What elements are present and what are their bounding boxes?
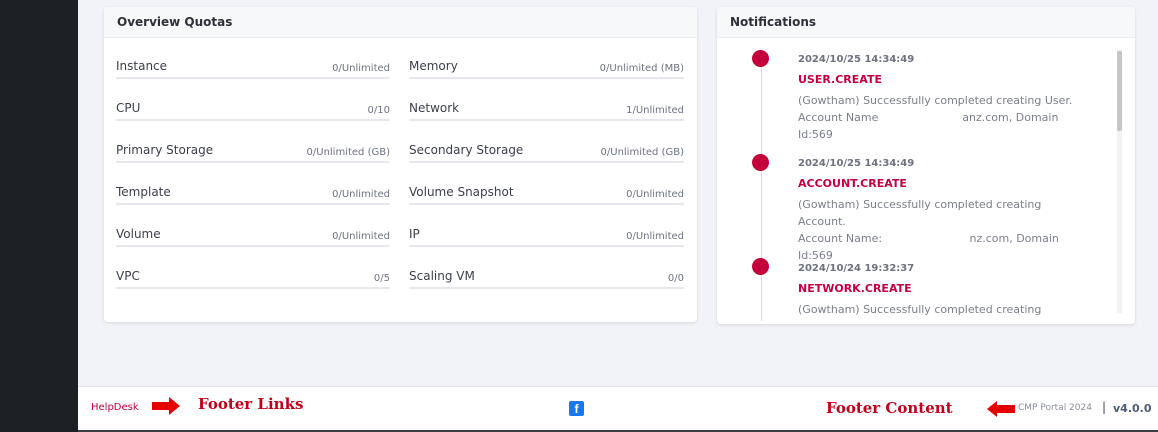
- notification-desc-line: Id:569: [798, 249, 833, 262]
- quota-progress-bar: [116, 287, 390, 289]
- quota-vpc: VPC 0/5: [116, 257, 390, 299]
- quota-label: Secondary Storage: [409, 143, 524, 157]
- notifications-title: Notifications: [717, 7, 1135, 38]
- quota-value: 1/Unlimited: [626, 105, 684, 116]
- quota-label: VPC: [116, 269, 140, 283]
- quota-value: 0/Unlimited (GB): [600, 147, 684, 158]
- footer: HelpDesk Footer Links f Footer Content C…: [78, 386, 1158, 431]
- quota-value: 0/0: [667, 273, 684, 284]
- quota-label: CPU: [116, 101, 141, 115]
- quota-label: Volume Snapshot: [409, 185, 514, 199]
- quota-secondary-storage: Secondary Storage 0/Unlimited (GB): [409, 131, 684, 173]
- copyright-text: CMP Portal 2024: [1018, 403, 1092, 413]
- quota-label: Primary Storage: [116, 143, 214, 157]
- timeline-line: [761, 61, 762, 321]
- quota-value: 0/Unlimited: [332, 63, 390, 74]
- quota-value: 0/Unlimited: [626, 189, 684, 200]
- facebook-icon[interactable]: f: [569, 401, 584, 416]
- quota-volume-snapshot: Volume Snapshot 0/Unlimited: [409, 173, 684, 215]
- quota-progress-bar: [409, 161, 684, 163]
- quota-instance: Instance 0/Unlimited: [116, 47, 390, 89]
- quota-memory: Memory 0/Unlimited (MB): [409, 47, 684, 89]
- quota-label: Scaling VM: [409, 269, 475, 283]
- quota-progress-bar: [116, 161, 390, 163]
- arrow-left-icon: [987, 401, 1015, 417]
- quota-primary-storage: Primary Storage 0/Unlimited (GB): [116, 131, 390, 173]
- timeline-dot-icon: [752, 154, 769, 171]
- overview-quotas-card: Overview Quotas Instance 0/Unlimited Mem…: [104, 7, 697, 322]
- quota-template: Template 0/Unlimited: [116, 173, 390, 215]
- arrow-right-icon: [152, 397, 180, 415]
- notification-desc-line: (Gowtham) Successfully completed creatin…: [798, 303, 1042, 321]
- footer-separator: |: [1102, 400, 1107, 414]
- quota-value: 0/10: [367, 105, 390, 116]
- notification-time: 2024/10/25 14:34:49: [798, 158, 915, 169]
- sidebar: [0, 0, 78, 432]
- notification-description: (Gowtham) Successfully completed creatin…: [798, 92, 1088, 143]
- notification-desc-line: Id:569: [798, 128, 833, 141]
- notification-time: 2024/10/24 19:32:37: [798, 263, 915, 274]
- quota-progress-bar: [116, 119, 390, 121]
- quota-progress-bar: [116, 203, 390, 205]
- quota-progress-bar: [409, 203, 684, 205]
- quota-scaling-vm: Scaling VM 0/0: [409, 257, 684, 299]
- quota-label: Volume: [116, 227, 161, 241]
- quota-ip: IP 0/Unlimited: [409, 215, 684, 257]
- scrollbar-thumb[interactable]: [1117, 51, 1122, 131]
- quota-progress-bar: [409, 77, 684, 79]
- quota-label: Template: [116, 185, 171, 199]
- notification-desc-line: Account Name: nz.com, Domain: [798, 232, 1059, 245]
- notification-description: (Gowtham) Successfully completed creatin…: [798, 196, 1088, 264]
- notification-event: ACCOUNT.CREATE: [798, 177, 907, 190]
- notification-event: USER.CREATE: [798, 73, 882, 86]
- quota-label: Memory: [409, 59, 458, 73]
- notifications-card: Notifications 2024/10/25 14:34:49 USER.C…: [717, 7, 1135, 324]
- notification-desc-line: Account Name anz.com, Domain: [798, 111, 1059, 124]
- quota-network: Network 1/Unlimited: [409, 89, 684, 131]
- quota-value: 0/Unlimited: [332, 189, 390, 200]
- quota-progress-bar: [409, 119, 684, 121]
- helpdesk-link[interactable]: HelpDesk: [91, 402, 139, 413]
- timeline-dot-icon: [752, 258, 769, 275]
- notification-time: 2024/10/25 14:34:49: [798, 54, 915, 65]
- notifications-list[interactable]: 2024/10/25 14:34:49 USER.CREATE (Gowtham…: [717, 39, 1135, 321]
- quota-value: 0/Unlimited (GB): [306, 147, 390, 158]
- quota-label: Instance: [116, 59, 168, 73]
- footer-content-annotation: Footer Content: [826, 399, 953, 417]
- quota-label: Network: [409, 101, 460, 115]
- quota-progress-bar: [116, 245, 390, 247]
- quota-value: 0/Unlimited (MB): [599, 63, 684, 74]
- quota-value: 0/Unlimited: [332, 231, 390, 242]
- notification-desc-line: (Gowtham) Successfully completed creatin…: [798, 198, 1042, 228]
- notification-desc-line: (Gowtham) Successfully completed creatin…: [798, 94, 1073, 107]
- quota-cpu: CPU 0/10: [116, 89, 390, 131]
- quota-value: 0/5: [373, 273, 390, 284]
- quota-label: IP: [409, 227, 420, 241]
- quota-progress-bar: [409, 245, 684, 247]
- notification-event: NETWORK.CREATE: [798, 282, 912, 295]
- quota-progress-bar: [116, 77, 390, 79]
- quota-grid: Instance 0/Unlimited Memory 0/Unlimited …: [116, 47, 686, 299]
- quota-progress-bar: [409, 287, 684, 289]
- version-text: v4.0.0: [1113, 402, 1152, 415]
- notification-description: (Gowtham) Successfully completed creatin…: [798, 301, 1088, 321]
- overview-quotas-title: Overview Quotas: [104, 7, 697, 38]
- quota-volume: Volume 0/Unlimited: [116, 215, 390, 257]
- timeline-dot-icon: [752, 50, 769, 67]
- footer-links-annotation: Footer Links: [198, 395, 304, 413]
- quota-value: 0/Unlimited: [626, 231, 684, 242]
